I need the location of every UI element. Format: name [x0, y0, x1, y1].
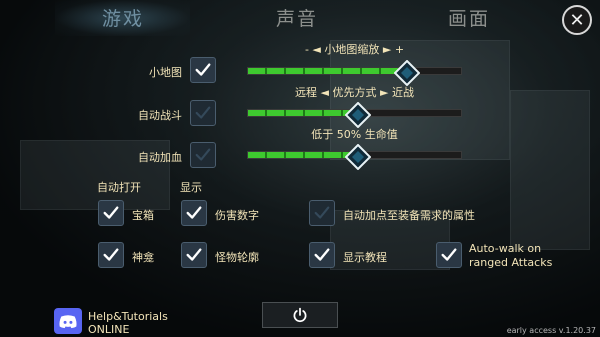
auto-heal-label: 自动加血 [138, 151, 182, 164]
minimap-zoom-slider-fill [248, 68, 407, 74]
check-icon [195, 63, 211, 76]
auto-walk-label: Auto-walk on ranged Attacks [469, 242, 553, 269]
show-tutorial-checkbox[interactable] [309, 242, 335, 268]
close-button[interactable]: ✕ [562, 5, 592, 35]
tab-game[interactable]: 游戏 [102, 4, 144, 31]
damage-numbers-label: 伤害数字 [215, 209, 259, 222]
auto-battle-label: 自动战斗 [138, 109, 182, 122]
tab-sound[interactable]: 声音 [276, 4, 318, 31]
shrine-checkbox[interactable] [98, 242, 124, 268]
show-tutorial-label: 显示教程 [343, 251, 387, 264]
check-icon [195, 106, 211, 119]
check-icon [186, 206, 202, 219]
slider-thumb-icon[interactable] [394, 60, 420, 86]
auto-battle-checkbox[interactable] [190, 100, 216, 126]
check-icon [314, 248, 330, 261]
heal-threshold-slider-fill [248, 152, 358, 158]
power-icon [293, 307, 307, 322]
check-icon [441, 248, 457, 261]
tab-graphics[interactable]: 画面 [448, 4, 490, 31]
close-icon: ✕ [569, 9, 585, 31]
monster-outline-checkbox[interactable] [181, 242, 207, 268]
minimap-checkbox[interactable] [190, 57, 216, 83]
check-icon [186, 248, 202, 261]
slider-thumb-icon[interactable] [345, 102, 371, 128]
check-icon [103, 206, 119, 219]
display-header: 显示 [180, 181, 202, 194]
auto-heal-checkbox[interactable] [190, 142, 216, 168]
auto-points-checkbox[interactable] [309, 200, 335, 226]
check-icon [103, 248, 119, 261]
check-icon [314, 206, 330, 219]
version-label: early access v.1.20.37 [506, 326, 596, 335]
chest-checkbox[interactable] [98, 200, 124, 226]
auto-open-header: 自动打开 [97, 181, 141, 194]
minimap-zoom-slider[interactable] [247, 60, 462, 86]
attack-preference-label: 远程 ◄ 优先方式 ► 近战 [295, 86, 414, 99]
damage-numbers-checkbox[interactable] [181, 200, 207, 226]
minimap-label: 小地图 [149, 66, 182, 79]
discord-title: Help&Tutorials [88, 310, 168, 323]
attack-preference-slider-fill [248, 110, 358, 116]
attack-preference-slider[interactable] [247, 102, 462, 128]
heal-threshold-slider[interactable] [247, 144, 462, 170]
discord-status: ONLINE [88, 323, 130, 336]
chest-label: 宝箱 [132, 209, 154, 222]
discord-icon [59, 314, 77, 328]
shrine-label: 神龛 [132, 251, 154, 264]
auto-points-label: 自动加点至装备需求的属性 [343, 209, 475, 222]
minimap-zoom-label: - ◄ 小地图缩放 ► + [304, 43, 405, 56]
discord-button[interactable] [54, 308, 82, 334]
heal-threshold-label: 低于 50% 生命值 [311, 128, 398, 141]
monster-outline-label: 怪物轮廓 [215, 251, 259, 264]
check-icon [195, 148, 211, 161]
auto-walk-checkbox[interactable] [436, 242, 462, 268]
quit-game-button[interactable] [262, 302, 338, 328]
slider-thumb-icon[interactable] [345, 144, 371, 170]
